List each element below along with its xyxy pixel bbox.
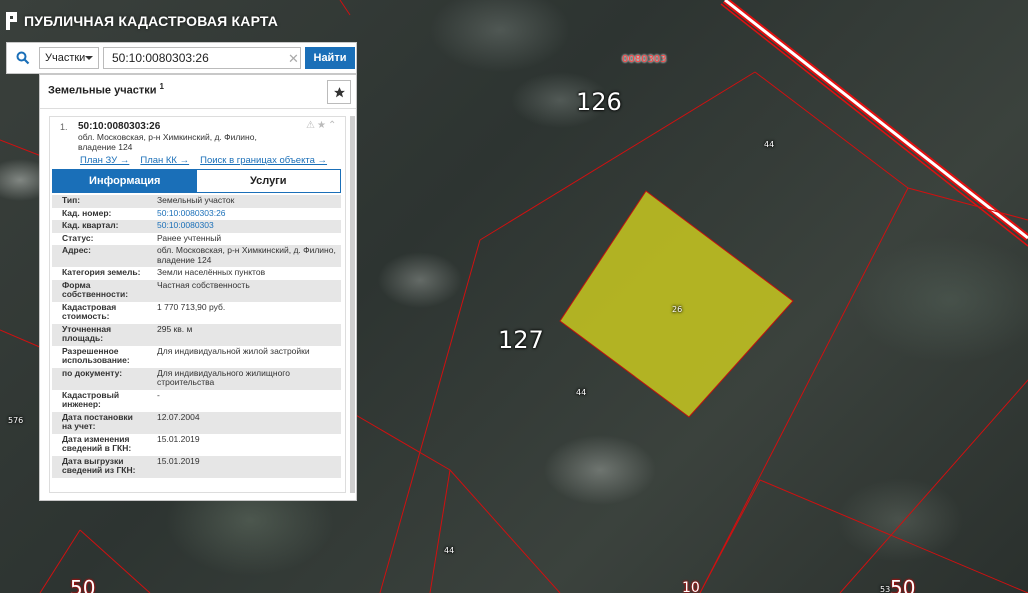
row-value: Для индивидуальной жилой застройки xyxy=(147,345,341,368)
parcel-label-44: 44 xyxy=(764,140,775,149)
road-line-outer xyxy=(720,3,1028,247)
table-row: Форма собственности: Частная собственност… xyxy=(52,279,341,302)
selected-parcel xyxy=(559,190,794,418)
result-index: 1. xyxy=(60,122,68,132)
row-value: 12.07.2004 xyxy=(147,411,341,434)
row-key: Адрес: xyxy=(52,245,147,267)
table-row: Разрешенное использование: Для индивидуал… xyxy=(52,345,341,368)
tab-services[interactable]: Услуги xyxy=(196,170,340,192)
results-panel: Земельные участки 1 1. 50:10:0080303:26 о… xyxy=(39,74,357,501)
parcel-label-50: 50 xyxy=(70,576,96,593)
star-icon[interactable]: ★ xyxy=(317,120,326,131)
selected-parcel-label: 26 xyxy=(672,305,683,314)
warning-icon[interactable]: ⚠ xyxy=(306,120,315,131)
favorite-button[interactable] xyxy=(327,80,351,104)
row-value: обл. Московская, р-н Химкинский, д. Фили… xyxy=(147,245,341,267)
parcel-label-126: 126 xyxy=(576,88,622,116)
plan-kk-link[interactable]: План КК → xyxy=(140,155,189,166)
scrollbar-thumb[interactable] xyxy=(350,116,355,493)
plan-zu-link[interactable]: План ЗУ → xyxy=(80,155,129,166)
row-key: Дата изменения сведений в ГКН: xyxy=(52,433,147,456)
row-key: Кадастровый инженер: xyxy=(52,389,147,412)
row-key: Дата выгрузки сведений из ГКН: xyxy=(52,455,147,478)
table-row: Кадастровая стоимость: 1 770 713,90 руб. xyxy=(52,301,341,324)
row-key: Уточненная площадь: xyxy=(52,323,147,346)
search-icon[interactable] xyxy=(7,43,39,73)
row-value: Земельный участок xyxy=(147,195,341,208)
table-row: Статус: Ранее учтенный xyxy=(52,232,341,245)
star-icon xyxy=(333,86,345,97)
row-value[interactable]: 50:10:0080303:26 xyxy=(147,207,341,220)
row-key: Кад. квартал: xyxy=(52,220,147,233)
clear-icon[interactable]: ✕ xyxy=(288,51,299,67)
row-value: 15.01.2019 xyxy=(147,455,341,478)
parcel-label-10: 10 xyxy=(682,580,700,593)
row-key: Тип: xyxy=(52,195,147,208)
search-type-select[interactable]: Участки xyxy=(39,47,99,69)
table-row: Кад. номер: 50:10:0080303:26 xyxy=(52,207,341,220)
tab-info[interactable]: Информация xyxy=(53,170,197,192)
row-key: по документу: xyxy=(52,367,147,390)
panel-title: Земельные участки 1 xyxy=(48,82,164,97)
table-row: Категория земель: Земли населённых пункто… xyxy=(52,267,341,280)
parcel-label-127: 127 xyxy=(498,326,544,354)
card-links: План ЗУ → План КК → Поиск в границах объ… xyxy=(80,155,327,166)
row-value: Частная собственность xyxy=(147,279,341,302)
info-table: Тип: Земельный участок Кад. номер: 50:10:00… xyxy=(52,195,341,478)
row-value: - xyxy=(147,389,341,412)
search-button[interactable]: Найти xyxy=(305,47,355,69)
row-key: Кад. номер: xyxy=(52,207,147,220)
row-key: Кадастровая стоимость: xyxy=(52,301,147,324)
table-row: Тип: Земельный участок xyxy=(52,195,341,208)
result-address: обл. Московская, р-н Химкинский, д. Фили… xyxy=(78,132,257,152)
scrollbar[interactable] xyxy=(350,116,355,493)
card-tabs: Информация Услуги xyxy=(52,169,341,193)
road-line-inner xyxy=(724,0,1028,240)
row-value[interactable]: 50:10:0080303 xyxy=(147,220,341,233)
row-value: Земли населённых пунктов xyxy=(147,267,341,280)
parcel-label-576: 576 xyxy=(8,416,24,425)
card-actions: ⚠ ★ ⌃ xyxy=(306,120,336,131)
row-value: Ранее учтенный xyxy=(147,232,341,245)
search-in-bounds-link[interactable]: Поиск в границах объекта → xyxy=(200,155,327,166)
logo-icon xyxy=(6,12,18,30)
quarter-label: 0080303 xyxy=(622,54,667,65)
row-key: Форма собственности: xyxy=(52,279,147,302)
parcel-label-53: 53 xyxy=(880,585,891,593)
parcel-label-50: 50 xyxy=(890,576,916,593)
search-bar: Участки ✕ Найти xyxy=(6,42,357,74)
chevron-up-icon[interactable]: ⌃ xyxy=(328,120,336,131)
result-cad-number: 50:10:0080303:26 xyxy=(78,121,161,132)
table-row: Кад. квартал: 50:10:0080303 xyxy=(52,220,341,233)
row-value: 295 кв. м xyxy=(147,323,341,346)
panel-header: Земельные участки 1 xyxy=(40,75,356,109)
parcel-label-44: 44 xyxy=(576,388,587,397)
table-row: Кадастровый инженер: - xyxy=(52,389,341,412)
row-value: Для индивидуального жилищного строительс… xyxy=(147,367,341,390)
table-row: Уточненная площадь: 295 кв. м xyxy=(52,323,341,346)
search-type-label: Участки xyxy=(45,52,86,64)
app-title: ПУБЛИЧНАЯ КАДАСТРОВАЯ КАРТА xyxy=(24,13,279,29)
row-key: Категория земель: xyxy=(52,267,147,280)
row-key: Разрешенное использование: xyxy=(52,345,147,368)
table-row: Дата постановки на учет: 12.07.2004 xyxy=(52,411,341,434)
table-row: Дата изменения сведений в ГКН: 15.01.2019 xyxy=(52,433,341,456)
table-row: по документу: Для индивидуального жилищно… xyxy=(52,367,341,390)
parcel-label-44: 44 xyxy=(444,546,455,555)
search-input[interactable] xyxy=(103,47,301,69)
app-header: ПУБЛИЧНАЯ КАДАСТРОВАЯ КАРТА xyxy=(6,12,278,30)
results-count: 1 xyxy=(159,82,164,91)
chevron-down-icon xyxy=(85,56,94,60)
row-key: Дата постановки на учет: xyxy=(52,411,147,434)
table-row: Адрес: обл. Московская, р-н Химкинский, д… xyxy=(52,245,341,267)
row-value: 15.01.2019 xyxy=(147,433,341,456)
table-row: Дата выгрузки сведений из ГКН: 15.01.2019 xyxy=(52,455,341,478)
row-key: Статус: xyxy=(52,232,147,245)
result-card[interactable]: 1. 50:10:0080303:26 обл. Московская, р-н… xyxy=(49,116,346,493)
row-value: 1 770 713,90 руб. xyxy=(147,301,341,324)
